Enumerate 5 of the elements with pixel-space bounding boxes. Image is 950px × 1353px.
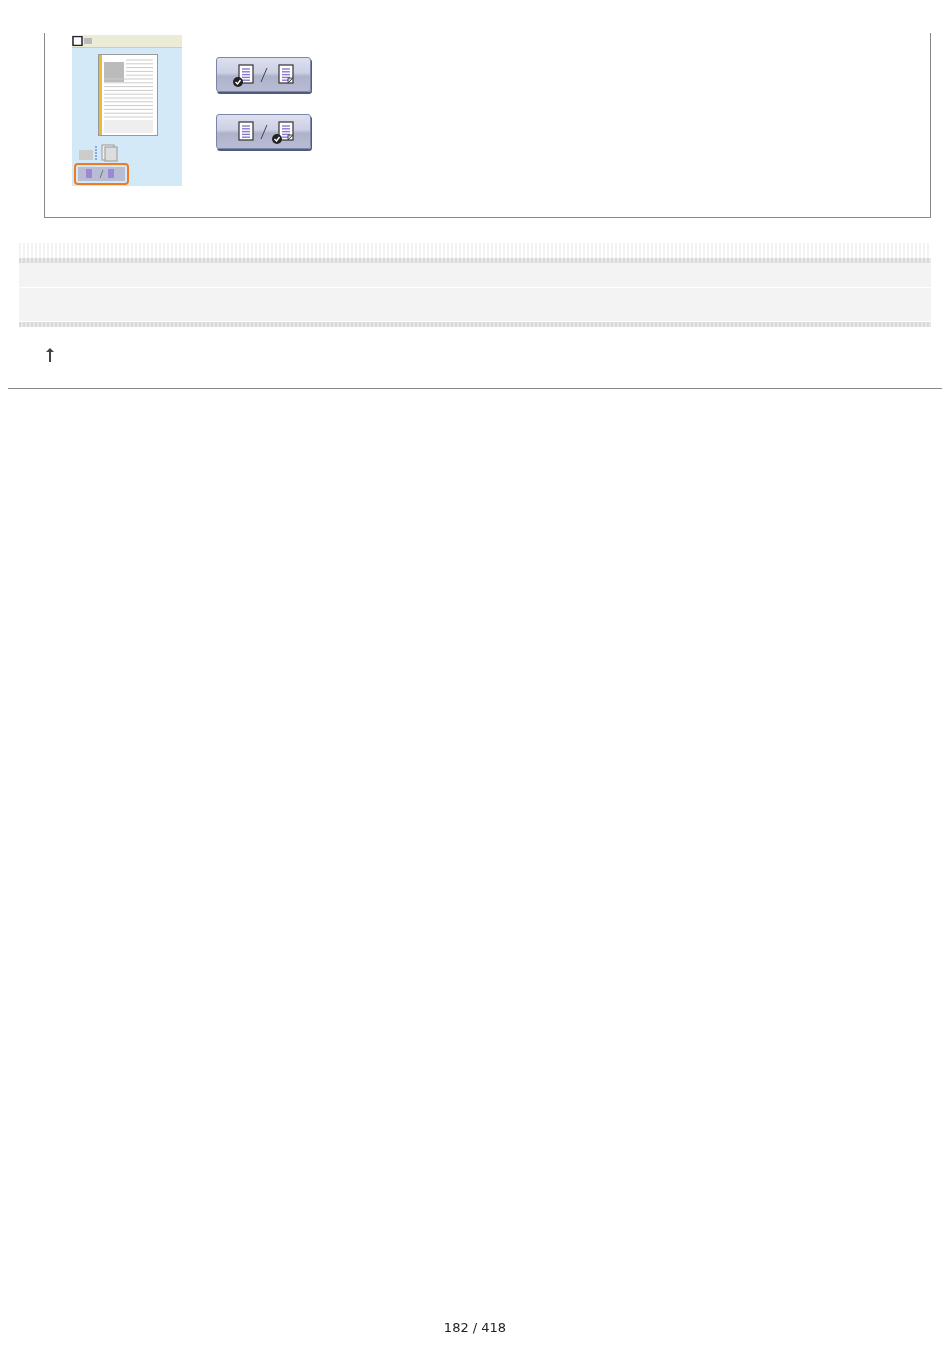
up-arrow-icon[interactable]	[46, 348, 54, 362]
print-mode-button[interactable]	[216, 114, 311, 149]
view-icons	[72, 36, 94, 46]
page-number: 182 / 418	[443, 1320, 507, 1335]
print-mode-button[interactable]	[216, 57, 311, 92]
